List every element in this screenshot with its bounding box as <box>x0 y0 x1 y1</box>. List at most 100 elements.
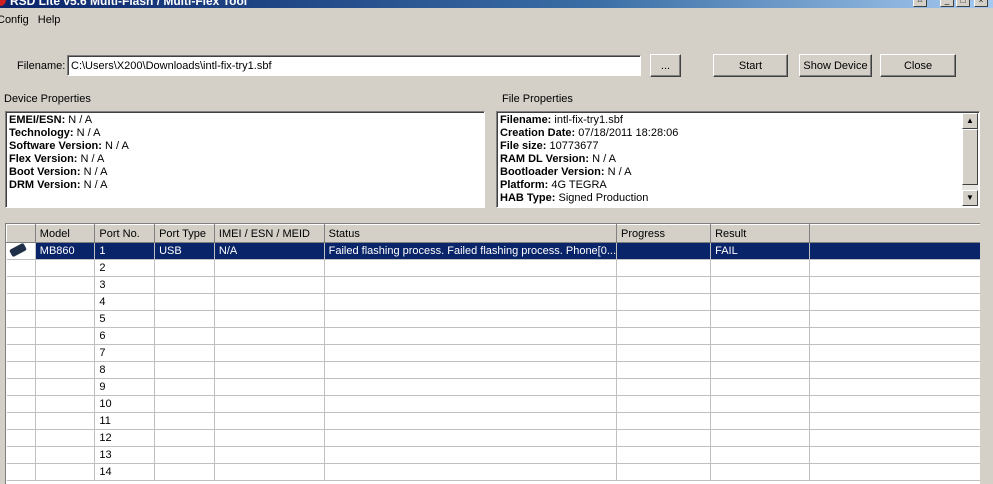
table-row[interactable]: 2 <box>6 259 980 277</box>
cell-port: 11 <box>94 412 156 430</box>
cell-icon <box>6 429 36 447</box>
cell-blank <box>809 378 980 396</box>
title-bar[interactable]: RSD Lite v5.6 Multi-Flash / Multi-Flex T… <box>0 0 993 8</box>
cell-port-type <box>154 276 215 294</box>
menu-help[interactable]: Help <box>38 12 66 28</box>
scroll-down-icon[interactable]: ▼ <box>962 190 978 206</box>
cell-port-type <box>154 327 215 345</box>
show-device-button[interactable]: Show Device <box>799 54 872 77</box>
table-row[interactable]: 3 <box>6 276 980 294</box>
resize-icon[interactable]: ⇔ <box>913 0 927 7</box>
cell-imei <box>214 276 325 294</box>
col-model-header[interactable]: Model <box>34 224 96 243</box>
cell-blank <box>809 242 980 260</box>
cell-result <box>710 395 810 413</box>
minimize-button[interactable]: _ <box>940 0 954 7</box>
cell-port-type <box>154 463 215 481</box>
col-blank-header <box>808 224 980 243</box>
cell-imei <box>214 361 325 379</box>
cell-icon <box>6 463 36 481</box>
cell-port: 13 <box>94 446 156 464</box>
cell-model <box>35 378 96 396</box>
cell-status <box>324 429 618 447</box>
cell-blank <box>809 361 980 379</box>
cell-port: 14 <box>94 463 156 481</box>
maximize-button[interactable]: □ <box>956 0 970 7</box>
device-prop-row: EMEI/ESN: N / A <box>9 114 93 126</box>
table-row[interactable]: 7 <box>6 344 980 362</box>
close-window-button[interactable]: × <box>974 0 988 7</box>
cell-progress <box>616 327 712 345</box>
table-row[interactable]: 8 <box>6 361 980 379</box>
cell-result <box>710 463 810 481</box>
table-row[interactable]: 5 <box>6 310 980 328</box>
cell-result <box>710 327 810 345</box>
table-row[interactable]: 13 <box>6 446 980 464</box>
col-status-header[interactable]: Status <box>323 224 618 243</box>
col-progress-header[interactable]: Progress <box>616 224 712 243</box>
cell-model <box>35 412 96 430</box>
cell-blank <box>809 276 980 294</box>
cell-status <box>324 446 618 464</box>
cell-imei <box>214 446 325 464</box>
cell-blank <box>809 395 980 413</box>
cell-progress <box>616 259 712 277</box>
cell-port-type <box>154 412 215 430</box>
file-prop-row: Creation Date: 07/18/2011 18:28:06 <box>500 127 679 139</box>
file-prop-row: RAM DL Version: N / A <box>500 153 616 165</box>
table-row[interactable]: 6 <box>6 327 980 345</box>
filename-input[interactable] <box>67 55 641 76</box>
col-icon-header[interactable] <box>6 224 36 243</box>
cell-blank <box>809 429 980 447</box>
phone-icon <box>8 242 27 258</box>
cell-result: FAIL <box>710 242 810 260</box>
device-table: Model Port No. Port Type IMEI / ESN / ME… <box>5 223 980 484</box>
app-logo-icon <box>0 0 6 6</box>
cell-icon <box>6 242 36 260</box>
start-button[interactable]: Start <box>713 54 788 77</box>
table-row[interactable]: 4 <box>6 293 980 311</box>
cell-port: 9 <box>94 378 156 396</box>
browse-button[interactable]: ... <box>650 54 681 77</box>
table-row[interactable]: 11 <box>6 412 980 430</box>
cell-port-type <box>154 429 215 447</box>
close-button[interactable]: Close <box>880 54 956 77</box>
cell-port: 8 <box>94 361 156 379</box>
table-row[interactable]: MB860 1 USB N/A Failed flashing process. Fai… <box>6 242 980 260</box>
cell-progress <box>616 361 712 379</box>
cell-result <box>710 446 810 464</box>
scroll-thumb[interactable] <box>962 129 978 185</box>
cell-model <box>35 327 96 345</box>
cell-imei <box>214 429 325 447</box>
cell-progress <box>616 276 712 294</box>
cell-port-type <box>154 378 215 396</box>
cell-blank <box>809 344 980 362</box>
cell-status <box>324 463 618 481</box>
cell-port: 2 <box>94 259 156 277</box>
cell-progress <box>616 412 712 430</box>
cell-progress <box>616 344 712 362</box>
cell-progress <box>616 395 712 413</box>
col-port-type-header[interactable]: Port Type <box>154 224 215 243</box>
col-result-header[interactable]: Result <box>710 224 810 243</box>
col-imei-header[interactable]: IMEI / ESN / MEID <box>213 224 325 243</box>
cell-imei <box>214 327 325 345</box>
cell-result <box>710 276 810 294</box>
cell-progress <box>616 378 712 396</box>
table-row[interactable]: 14 <box>6 463 980 481</box>
file-properties-scrollbar[interactable]: ▲ ▼ <box>962 113 978 206</box>
cell-imei <box>214 412 325 430</box>
table-row[interactable]: 9 <box>6 378 980 396</box>
scroll-up-icon[interactable]: ▲ <box>962 113 978 129</box>
table-row[interactable]: 12 <box>6 429 980 447</box>
cell-port: 12 <box>94 429 156 447</box>
table-row[interactable]: 10 <box>6 395 980 413</box>
col-port-header[interactable]: Port No. <box>94 224 156 243</box>
cell-blank <box>809 259 980 277</box>
cell-port-type <box>154 361 215 379</box>
menu-bar: Config Help <box>0 12 69 28</box>
cell-icon <box>6 361 36 379</box>
cell-status <box>324 310 618 328</box>
cell-result <box>710 412 810 430</box>
menu-config[interactable]: Config <box>0 12 34 28</box>
